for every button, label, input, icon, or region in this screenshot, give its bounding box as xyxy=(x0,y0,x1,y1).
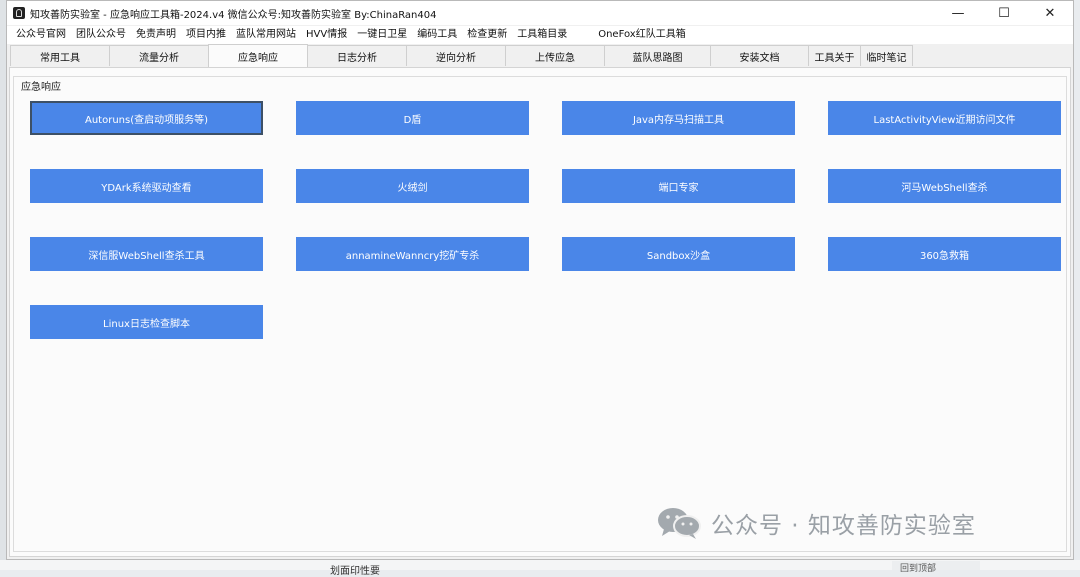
group-box: 应急响应 Autoruns(查启动项服务等) D盾 Java内存马扫描工具 La… xyxy=(13,76,1067,552)
window-controls: — ☐ ✕ xyxy=(935,1,1073,25)
annamine-wannacry-button[interactable]: annamineWanncry挖矿专杀 xyxy=(296,237,529,271)
tab-common-tools[interactable]: 常用工具 xyxy=(10,45,110,66)
menu-bar: 公众号官网 团队公众号 免责声明 项目内推 蓝队常用网站 HVV情报 一键日卫星… xyxy=(7,26,1073,44)
menu-disclaimer[interactable]: 免责声明 xyxy=(131,26,181,44)
tab-upload-response[interactable]: 上传应急 xyxy=(505,45,605,66)
sandbox-button[interactable]: Sandbox沙盒 xyxy=(562,237,795,271)
app-icon xyxy=(13,7,25,19)
autoruns-button[interactable]: Autoruns(查启动项服务等) xyxy=(30,101,263,135)
menu-toolbox-directory[interactable]: 工具箱目录 xyxy=(512,26,572,44)
watermark: 公众号 · 知攻善防实验室 xyxy=(655,505,976,541)
tab-emergency-response[interactable]: 应急响应 xyxy=(208,44,308,67)
menu-referral[interactable]: 项目内推 xyxy=(181,26,231,44)
menu-official-site[interactable]: 公众号官网 xyxy=(11,26,71,44)
menu-satellite[interactable]: 一键日卫星 xyxy=(352,26,412,44)
menu-blue-team-sites[interactable]: 蓝队常用网站 xyxy=(231,26,301,44)
lastactivityview-button[interactable]: LastActivityView近期访问文件 xyxy=(828,101,1061,135)
ydark-button[interactable]: YDArk系统驱动查看 xyxy=(30,169,263,203)
tab-blue-team-mindmap[interactable]: 蓝队思路图 xyxy=(604,45,711,66)
sangfor-webshell-button[interactable]: 深信服WebShell查杀工具 xyxy=(30,237,263,271)
linux-log-check-button[interactable]: Linux日志检查脚本 xyxy=(30,305,263,339)
maximize-button[interactable]: ☐ xyxy=(981,1,1027,25)
huorong-sword-button[interactable]: 火绒剑 xyxy=(296,169,529,203)
d-shield-button[interactable]: D盾 xyxy=(296,101,529,135)
minimize-button[interactable]: — xyxy=(935,1,981,25)
title-bar[interactable]: 知攻善防实验室 - 应急响应工具箱-2024.v4 微信公众号:知攻善防实验室 … xyxy=(7,1,1073,26)
group-label: 应急响应 xyxy=(19,78,63,93)
java-memshell-scanner-button[interactable]: Java内存马扫描工具 xyxy=(562,101,795,135)
watermark-text: 公众号 · 知攻善防实验室 xyxy=(711,513,976,539)
tab-about-tools[interactable]: 工具关于 xyxy=(808,45,861,66)
tab-install-docs[interactable]: 安装文档 xyxy=(710,45,809,66)
tab-traffic-analysis[interactable]: 流量分析 xyxy=(109,45,209,66)
wechat-icon xyxy=(658,508,701,539)
menu-encoding-tools[interactable]: 编码工具 xyxy=(412,26,462,44)
360-rescue-button[interactable]: 360急救箱 xyxy=(828,237,1061,271)
menu-hvv-intel[interactable]: HVV情报 xyxy=(301,26,352,44)
background-partial-button: 回到顶部 xyxy=(892,561,980,574)
port-expert-button[interactable]: 端口专家 xyxy=(562,169,795,203)
close-button[interactable]: ✕ xyxy=(1027,1,1073,25)
tab-reverse-analysis[interactable]: 逆向分析 xyxy=(406,45,506,66)
tab-temp-notes[interactable]: 临时笔记 xyxy=(860,45,913,66)
tab-panel: 应急响应 Autoruns(查启动项服务等) D盾 Java内存马扫描工具 La… xyxy=(9,67,1071,557)
tab-bar: 常用工具 流量分析 应急响应 日志分析 逆向分析 上传应急 蓝队思路图 安装文档… xyxy=(10,44,913,67)
menu-onefox[interactable]: OneFox红队工具箱 xyxy=(593,26,691,44)
window-title: 知攻善防实验室 - 应急响应工具箱-2024.v4 微信公众号:知攻善防实验室 … xyxy=(30,9,437,21)
hema-webshell-button[interactable]: 河马WebShell查杀 xyxy=(828,169,1061,203)
app-window: 知攻善防实验室 - 应急响应工具箱-2024.v4 微信公众号:知攻善防实验室 … xyxy=(6,0,1074,560)
menu-check-update[interactable]: 检查更新 xyxy=(462,26,512,44)
tab-log-analysis[interactable]: 日志分析 xyxy=(307,45,407,66)
menu-team-account[interactable]: 团队公众号 xyxy=(71,26,131,44)
